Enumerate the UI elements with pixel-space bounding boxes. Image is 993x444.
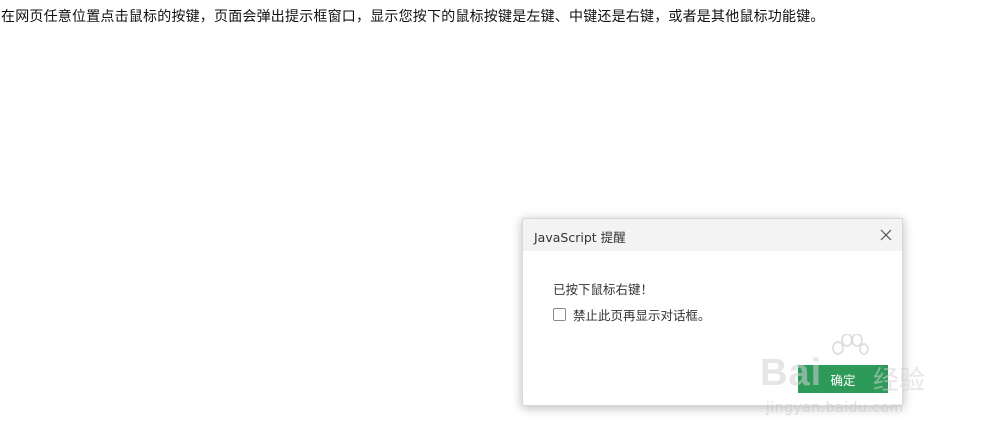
ok-button[interactable]: 确定 xyxy=(798,365,888,393)
dialog-title: JavaScript 提醒 xyxy=(534,230,626,245)
suppress-dialogs-checkbox[interactable] xyxy=(553,307,566,321)
close-icon[interactable] xyxy=(878,227,894,243)
suppress-dialogs-option[interactable]: 禁止此页再显示对话框。 xyxy=(553,305,711,324)
suppress-dialogs-label[interactable]: 禁止此页再显示对话框。 xyxy=(573,305,711,324)
javascript-alert-dialog: JavaScript 提醒 已按下鼠标右键！ 禁止此页再显示对话框。 确定 xyxy=(522,218,903,406)
dialog-titlebar: JavaScript 提醒 xyxy=(523,219,902,251)
page-instruction-text: 在网页任意位置点击鼠标的按键，页面会弹出提示框窗口，显示您按下的鼠标按键是左键、… xyxy=(1,9,825,25)
dialog-message: 已按下鼠标右键！ xyxy=(553,282,654,297)
